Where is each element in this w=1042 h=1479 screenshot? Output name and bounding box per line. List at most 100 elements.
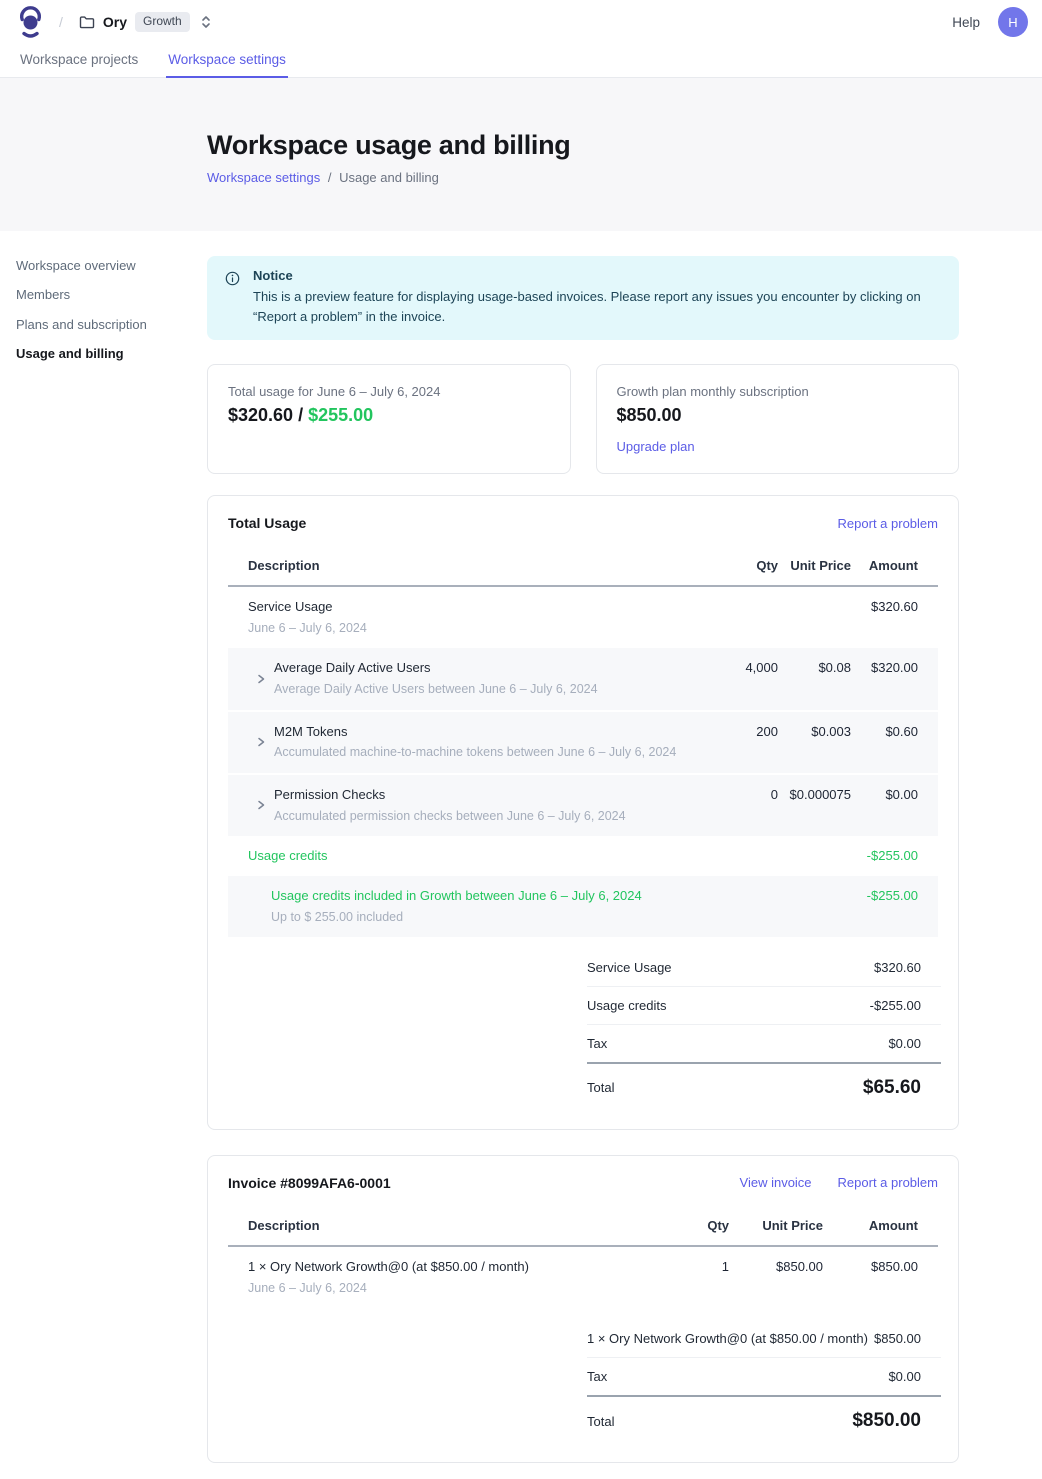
row-amount: $850.00 <box>823 1259 918 1274</box>
table-row-average-daily-active-users[interactable]: Average Daily Active Users Average Daily… <box>228 648 938 709</box>
col-amount: Amount <box>823 1218 918 1233</box>
view-invoice-link[interactable]: View invoice <box>740 1175 812 1190</box>
folder-icon <box>79 14 95 30</box>
col-unit-price: Unit Price <box>778 558 851 573</box>
top-bar: / Ory Growth Help H <box>0 0 1042 44</box>
col-qty: Qty <box>698 558 778 573</box>
row-title: Permission Checks <box>274 787 626 804</box>
sidebar-item-workspace-overview[interactable]: Workspace overview <box>16 258 191 274</box>
row-subtitle: Average Daily Active Users between June … <box>274 681 598 697</box>
table-row-permission-checks[interactable]: Permission Checks Accumulated permission… <box>228 775 938 836</box>
breadcrumb-current: Usage and billing <box>339 170 439 185</box>
summary-label: Total <box>587 1414 614 1429</box>
usage-panel-title: Total Usage <box>228 515 306 531</box>
settings-sidebar: Workspace overview Members Plans and sub… <box>16 258 191 375</box>
row-unit-price: $0.003 <box>778 724 851 739</box>
row-amount: -$255.00 <box>851 888 918 903</box>
summary-row-total: Total $65.60 <box>587 1064 941 1105</box>
row-amount: $0.00 <box>851 787 918 802</box>
invoice-panel: Invoice #8099AFA6-0001 View invoice Repo… <box>207 1155 959 1463</box>
summary-label: Service Usage <box>587 960 672 975</box>
row-unit-price: $850.00 <box>729 1259 823 1274</box>
chevron-right-icon[interactable] <box>256 800 266 810</box>
row-qty: 200 <box>698 724 778 739</box>
row-title: 1 × Ory Network Growth@0 (at $850.00 / m… <box>248 1259 669 1276</box>
row-title: Average Daily Active Users <box>274 660 598 677</box>
row-qty: 4,000 <box>698 660 778 675</box>
invoice-table-header: Description Qty Unit Price Amount <box>228 1208 938 1247</box>
info-icon <box>225 271 240 327</box>
summary-value: $0.00 <box>888 1369 921 1384</box>
subscription-amount: $850.00 <box>617 405 939 426</box>
row-subtitle: Up to $ 255.00 included <box>271 909 698 925</box>
summary-row-tax: Tax $0.00 <box>587 1358 941 1397</box>
total-usage-label: Total usage for June 6 – July 6, 2024 <box>228 384 550 399</box>
col-amount: Amount <box>851 558 918 573</box>
report-problem-link[interactable]: Report a problem <box>838 516 938 531</box>
invoice-summary: 1 × Ory Network Growth@0 (at $850.00 / m… <box>587 1320 941 1438</box>
subscription-card: Growth plan monthly subscription $850.00… <box>596 364 960 474</box>
col-description: Description <box>248 1218 669 1233</box>
summary-row-service-usage: Service Usage $320.60 <box>587 949 941 987</box>
summary-label: 1 × Ory Network Growth@0 (at $850.00 / m… <box>587 1331 868 1346</box>
table-row-invoice-line: 1 × Ory Network Growth@0 (at $850.00 / m… <box>228 1247 938 1308</box>
row-subtitle: June 6 – July 6, 2024 <box>248 1280 669 1296</box>
row-unit-price: $0.08 <box>778 660 851 675</box>
table-row-m2m-tokens[interactable]: M2M Tokens Accumulated machine-to-machin… <box>228 712 938 773</box>
breadcrumb: Workspace settings / Usage and billing <box>207 170 1042 185</box>
page-header: Workspace usage and billing Workspace se… <box>0 78 1042 231</box>
sidebar-item-plans-and-subscription[interactable]: Plans and subscription <box>16 317 191 333</box>
sidebar-item-members[interactable]: Members <box>16 287 191 303</box>
row-subtitle: June 6 – July 6, 2024 <box>248 620 698 636</box>
report-problem-link[interactable]: Report a problem <box>838 1175 938 1190</box>
row-amount: -$255.00 <box>851 848 918 863</box>
usage-table-header: Description Qty Unit Price Amount <box>228 548 938 587</box>
usage-amount-used: $320.60 / <box>228 405 303 425</box>
summary-total-value: $850.00 <box>852 1410 921 1432</box>
col-qty: Qty <box>669 1218 729 1233</box>
summary-label: Total <box>587 1080 614 1095</box>
row-amount: $320.00 <box>851 660 918 675</box>
summary-total-value: $65.60 <box>863 1077 921 1099</box>
subscription-label: Growth plan monthly subscription <box>617 384 939 399</box>
plan-badge: Growth <box>135 12 190 32</box>
row-amount: $0.60 <box>851 724 918 739</box>
tab-workspace-projects[interactable]: Workspace projects <box>18 44 140 78</box>
workspace-switcher[interactable]: Ory Growth <box>79 12 212 32</box>
table-row-usage-credits-detail: Usage credits included in Growth between… <box>228 876 938 937</box>
total-usage-panel: Total Usage Report a problem Description… <box>207 495 959 1130</box>
avatar[interactable]: H <box>998 7 1028 37</box>
notice-body: This is a preview feature for displaying… <box>253 287 925 327</box>
row-title: Usage credits included in Growth between… <box>271 888 698 905</box>
chevron-updown-icon <box>200 15 212 29</box>
row-subtitle: Accumulated machine-to-machine tokens be… <box>274 744 676 760</box>
summary-label: Tax <box>587 1036 607 1051</box>
row-subtitle: Accumulated permission checks between Ju… <box>274 808 626 824</box>
summary-value: -$255.00 <box>870 998 921 1013</box>
usage-summary: Service Usage $320.60 Usage credits -$25… <box>587 949 941 1105</box>
page-title: Workspace usage and billing <box>207 130 1042 161</box>
summary-label: Usage credits <box>587 998 666 1013</box>
row-title: Service Usage <box>248 599 698 616</box>
table-row-service-usage: Service Usage June 6 – July 6, 2024 $320… <box>228 587 938 648</box>
upgrade-plan-link[interactable]: Upgrade plan <box>617 439 695 454</box>
col-unit-price: Unit Price <box>729 1218 823 1233</box>
path-separator: / <box>59 14 63 30</box>
sidebar-item-usage-and-billing[interactable]: Usage and billing <box>16 346 191 362</box>
row-unit-price: $0.000075 <box>778 787 851 802</box>
ory-logo[interactable] <box>18 6 43 38</box>
total-usage-card: Total usage for June 6 – July 6, 2024 $3… <box>207 364 571 474</box>
summary-value: $320.60 <box>874 960 921 975</box>
chevron-right-icon[interactable] <box>256 674 266 684</box>
chevron-right-icon[interactable] <box>256 737 266 747</box>
help-link[interactable]: Help <box>952 15 980 30</box>
tab-workspace-settings[interactable]: Workspace settings <box>166 44 288 78</box>
row-amount: $320.60 <box>851 599 918 614</box>
summary-value: $0.00 <box>888 1036 921 1051</box>
breadcrumb-workspace-settings-link[interactable]: Workspace settings <box>207 170 320 185</box>
table-row-usage-credits: Usage credits -$255.00 <box>228 838 938 876</box>
usage-table: Description Qty Unit Price Amount Servic… <box>228 548 938 937</box>
summary-row-tax: Tax $0.00 <box>587 1025 941 1064</box>
summary-row-plan-line: 1 × Ory Network Growth@0 (at $850.00 / m… <box>587 1320 941 1358</box>
summary-value: $850.00 <box>874 1331 921 1346</box>
